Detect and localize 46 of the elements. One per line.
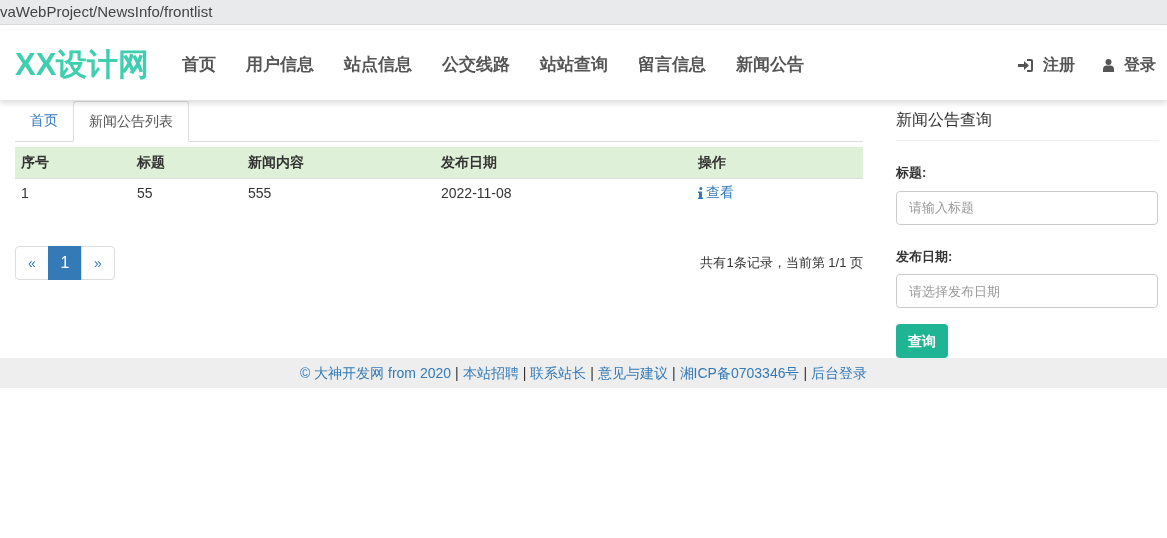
separator: | [590, 363, 594, 383]
nav-link[interactable]: 首页 [167, 52, 232, 78]
input-field[interactable]: 请输入标题 [896, 190, 1158, 225]
column-header: 标题 [131, 147, 242, 178]
column-header: 发布日期 [435, 147, 692, 178]
nav-link[interactable]: 公交线路 [427, 52, 526, 78]
input-field[interactable]: 请选择发布日期 [896, 274, 1158, 308]
column-header: 序号 [15, 147, 131, 178]
table-cell: 55 [131, 178, 242, 208]
search-button[interactable]: 查询 [896, 324, 948, 358]
separator: | [671, 363, 676, 383]
nav-action-link[interactable]: 注册 [1018, 53, 1075, 77]
nav-link[interactable]: 站点信息 [329, 52, 428, 78]
previous-page-button[interactable]: « [15, 246, 49, 280]
footer-link[interactable]: 联系站长 [530, 362, 587, 384]
info-icon [698, 186, 703, 199]
tab[interactable]: 新闻公告列表 [73, 101, 189, 142]
nav-link[interactable]: 用户信息 [231, 52, 330, 78]
footer-link[interactable]: 本站招聘 [462, 362, 519, 384]
footer-link[interactable]: 意见与建议 [597, 362, 668, 384]
footer-link[interactable]: 后台登录 [811, 362, 868, 384]
sign-in-icon [1018, 58, 1033, 72]
column-header: 新闻内容 [242, 147, 435, 178]
tab[interactable]: 首页 [15, 100, 73, 141]
footer-link[interactable]: 湘ICP备0703346号 [679, 362, 800, 384]
field-label: 标题: [896, 164, 928, 182]
table-cell: 2022-11-08 [435, 178, 692, 208]
table-cell: 1 [15, 178, 131, 208]
nav-link[interactable]: 留言信息 [623, 52, 722, 78]
separator: | [522, 363, 527, 383]
next-page-button[interactable]: » [81, 246, 115, 280]
record-summary: 共有1条记录，当前第 1/1 页 [700, 254, 863, 273]
footer-link[interactable]: © 大神开发网 from 2020 [299, 362, 452, 384]
separator: | [455, 363, 459, 383]
user-icon [1103, 58, 1114, 72]
separator: | [803, 363, 808, 383]
nav-link[interactable]: 站站查询 [525, 52, 624, 78]
field-label: 发布日期: [896, 247, 954, 266]
panel-title: 新闻公告查询 [896, 108, 1159, 141]
table-cell: 555 [242, 178, 435, 208]
address-url[interactable]: vaWebProject/NewsInfo/frontlist [0, 0, 213, 24]
column-header: 操作 [692, 147, 863, 178]
nav-link[interactable]: 新闻公告 [721, 52, 820, 78]
view-link[interactable]: 查看 [698, 182, 734, 203]
nav-action-link[interactable]: 登录 [1103, 53, 1156, 77]
page-button[interactable]: 1 [48, 246, 82, 280]
